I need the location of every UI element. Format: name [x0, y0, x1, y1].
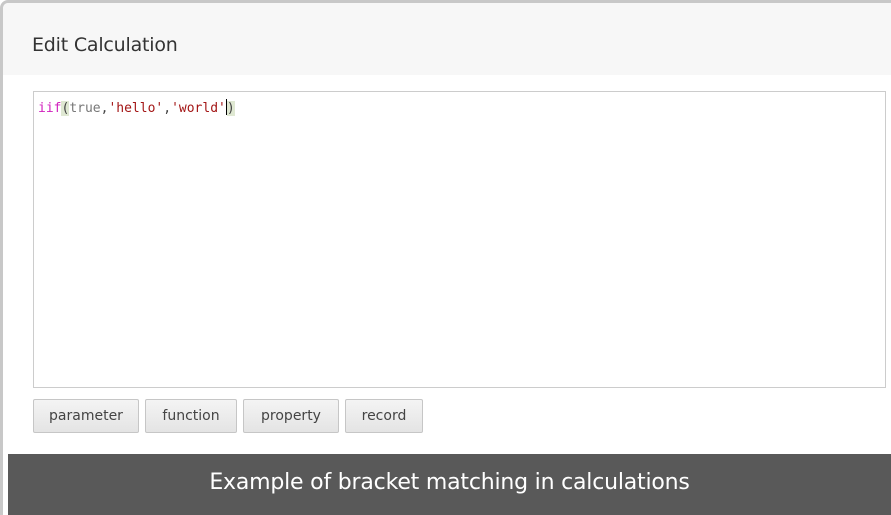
keyword-token: true [69, 101, 101, 116]
parameter-button[interactable]: parameter [33, 399, 139, 433]
string-token-world: 'world' [171, 101, 226, 116]
comma-token: , [163, 101, 172, 116]
string-token-hello: 'hello' [108, 101, 164, 116]
edit-calculation-dialog: Edit Calculation iif(true,'hello','world… [0, 0, 891, 515]
dialog-title: Edit Calculation [32, 34, 178, 56]
calculation-editor[interactable]: iif(true,'hello','world') [33, 91, 886, 388]
caption-bar: Example of bracket matching in calculati… [8, 454, 891, 515]
function-token: iif [38, 101, 62, 116]
dialog-header: Edit Calculation [3, 3, 891, 75]
matched-close-bracket: ) [226, 101, 235, 116]
caption-text: Example of bracket matching in calculati… [209, 470, 690, 495]
property-button[interactable]: property [243, 399, 339, 433]
code-line: iif(true,'hello','world') [38, 99, 235, 117]
function-button[interactable]: function [145, 399, 237, 433]
record-button[interactable]: record [345, 399, 423, 433]
